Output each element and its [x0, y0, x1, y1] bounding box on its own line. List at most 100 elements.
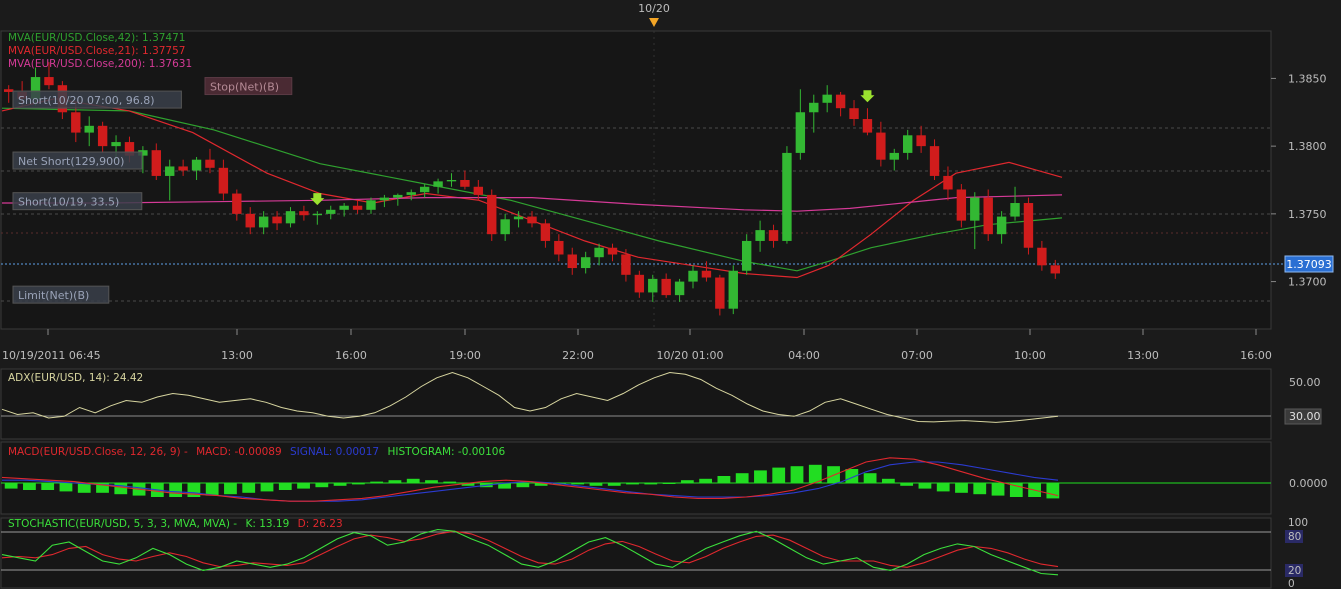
macd-histogram-bar [644, 483, 658, 485]
candle-body [701, 270, 712, 278]
candle-body [312, 213, 323, 216]
macd-histogram-bar [936, 483, 950, 492]
macd-histogram-bar [881, 478, 895, 483]
candle-body [500, 219, 510, 235]
macd-histogram-bar [205, 483, 219, 496]
macd-histogram-bar [607, 483, 621, 486]
macd-histogram-bar [315, 483, 329, 488]
candle-body [446, 180, 457, 182]
order-label-text: Short(10/19, 33.5) [18, 196, 119, 209]
candle-body [983, 197, 993, 235]
candle-body [111, 142, 121, 147]
price-tick-label: 1.3850 [1288, 72, 1327, 85]
macd-histogram-bar [169, 483, 183, 497]
candle-body [84, 125, 94, 133]
candle-body [903, 135, 913, 153]
time-tick-label: 10/19/2011 06:45 [2, 349, 101, 362]
macd-histogram-bar [406, 478, 420, 483]
trading-chart: 10/20 1.3850 1.3800 1.3750 1.3700 1.37093 1… [0, 0, 1341, 589]
macd-histogram-bar [260, 483, 274, 492]
candle-body [406, 192, 416, 195]
candle-body [473, 186, 484, 195]
candle-body [809, 102, 819, 113]
candle-body [352, 205, 363, 210]
macd-histogram-bar [680, 480, 694, 483]
candle-body [1037, 247, 1047, 266]
macd-histogram-bar [278, 483, 292, 490]
candle-body [285, 211, 296, 224]
candle-body [567, 254, 577, 269]
candle-body [661, 278, 671, 296]
macd-histogram-bar [425, 480, 438, 483]
candle-body [648, 278, 658, 293]
candle-body [970, 197, 980, 221]
candle-body [996, 216, 1007, 235]
macd-histogram-bar [808, 464, 822, 483]
macd-histogram-bar [717, 476, 731, 483]
macd-histogram-bar [918, 483, 932, 489]
candle-body [299, 211, 309, 216]
macd-tick-0: 0.0000 [1289, 477, 1328, 490]
macd-value: MACD: -0.00089 [196, 446, 282, 458]
macd-histogram-value: HISTOGRAM: -0.00106 [387, 446, 505, 458]
candle-body [728, 270, 738, 309]
macd-histogram-bar [863, 473, 877, 483]
candle-body [205, 159, 215, 168]
candle-body [366, 200, 376, 210]
candle-body [835, 94, 846, 109]
stoch-tick-100: 100 [1288, 517, 1308, 529]
stochastic-title: STOCHASTIC(EUR/USD, 5, 3, 3, MVA, MVA) - [8, 518, 237, 530]
macd-histogram-bar [224, 483, 237, 495]
macd-histogram-bar [991, 483, 1005, 496]
candle-body [741, 240, 752, 271]
order-label-text: Short(10/20 07:00, 96.8) [18, 94, 155, 107]
macd-histogram-bar [827, 466, 840, 483]
time-tick-label: 19:00 [449, 349, 481, 362]
candle-body [580, 257, 591, 269]
macd-title: MACD(EUR/USD.Close, 12, 26, 9) - [8, 446, 188, 458]
stochastic-k-value: K: 13.19 [245, 518, 289, 530]
candle-body [795, 112, 806, 153]
macd-histogram-bar [699, 478, 713, 483]
macd-histogram-bar [955, 483, 968, 493]
price-tick-label: 1.3750 [1288, 208, 1327, 221]
candle-body [768, 230, 779, 241]
stoch-tick-20: 20 [1288, 565, 1301, 577]
macd-histogram-bar [516, 483, 530, 488]
candle-body [97, 125, 108, 147]
candle-body [326, 209, 336, 214]
candle-body [1023, 203, 1034, 248]
candle-body [339, 205, 349, 210]
macd-histogram-bar [370, 481, 384, 483]
candle-body [1050, 265, 1060, 274]
macd-label: MACD(EUR/USD.Close, 12, 26, 9) - MACD: -… [8, 446, 505, 458]
candle-body [607, 247, 618, 255]
order-label-text: Net Short(129,900) [18, 155, 124, 168]
stoch-tick-80: 80 [1288, 531, 1301, 543]
candle-body [527, 216, 537, 224]
candle-body [419, 186, 430, 193]
time-tick-label: 16:00 [1240, 349, 1272, 362]
candle-body [755, 230, 765, 241]
macd-histogram-bar [790, 466, 804, 483]
time-tick-label: 22:00 [562, 349, 594, 362]
macd-histogram-bar [735, 473, 749, 483]
candle-body [849, 108, 859, 120]
price-tick-label: 1.3700 [1288, 276, 1327, 289]
price-tick-label: 1.3800 [1288, 140, 1327, 153]
time-tick-label: 13:00 [221, 349, 253, 362]
candle-body [715, 277, 725, 309]
candle-body [634, 274, 645, 293]
macd-histogram-bar [333, 483, 347, 486]
top-date-marker: 10/20 [638, 2, 670, 15]
candle-body [621, 254, 631, 275]
macd-histogram-bar [41, 483, 55, 490]
candle-body [594, 247, 604, 258]
candle-body [379, 197, 390, 201]
macd-histogram-bar [242, 483, 256, 493]
time-tick-label: 16:00 [335, 349, 367, 362]
candle-body [258, 216, 269, 228]
time-tick-label: 10/20 01:00 [657, 349, 724, 362]
candle-body [191, 159, 202, 171]
candle-body [513, 216, 524, 220]
